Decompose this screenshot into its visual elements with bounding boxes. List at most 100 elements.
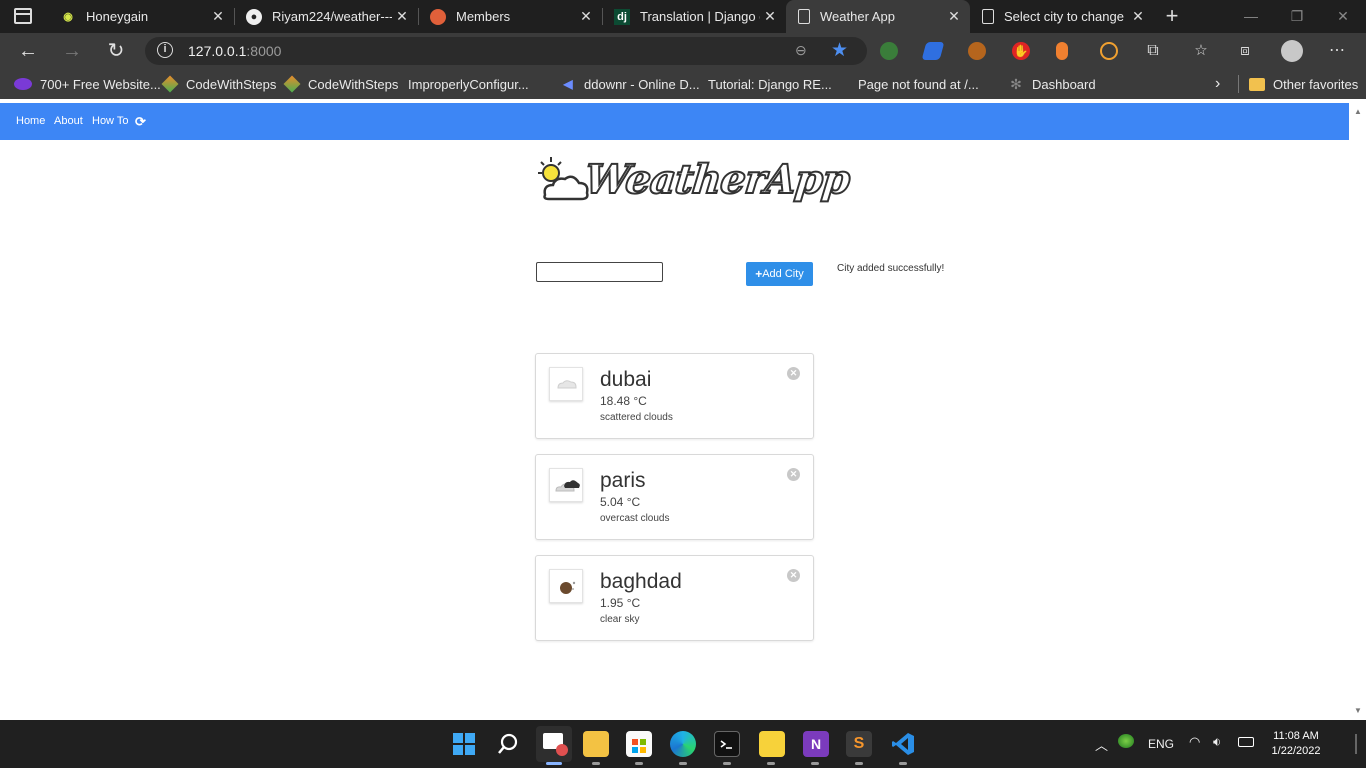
close-window-icon[interactable]: ✕ (1320, 0, 1366, 33)
settings-more-icon[interactable]: ⋯ (1328, 42, 1346, 60)
delete-city-icon[interactable]: ✕ (787, 468, 800, 481)
ddownr-icon: ◀ (563, 77, 573, 91)
edge-browser-icon[interactable] (670, 731, 696, 757)
more-bookmarks-chevron-icon[interactable]: › (1215, 69, 1220, 99)
close-tab-icon[interactable]: ✕ (576, 8, 596, 25)
active-app-indicator (546, 762, 562, 765)
extension-arrow-icon[interactable] (921, 42, 945, 60)
django-icon: dj (614, 8, 630, 25)
language-indicator[interactable]: ENG (1148, 737, 1174, 751)
close-tab-icon[interactable]: ✕ (760, 8, 780, 25)
divider (1238, 75, 1239, 93)
bookmark-label: Dashboard (1032, 76, 1096, 92)
extension-globe-icon[interactable] (880, 42, 898, 60)
new-tab-icon[interactable]: + (1162, 4, 1182, 28)
close-tab-icon[interactable]: ✕ (944, 8, 964, 25)
bookmark-item[interactable]: CodeWithSteps (283, 69, 398, 99)
snipping-tool-app[interactable] (536, 726, 572, 762)
bookmark-item[interactable]: ◀ ddownr - Online D... (560, 69, 700, 99)
refresh-icon[interactable]: ⟳ (135, 114, 146, 130)
terminal-icon[interactable] (714, 731, 740, 757)
other-favorites[interactable]: Other favorites (1249, 69, 1358, 99)
bookmark-item[interactable]: ImproperlyConfigur... (408, 69, 529, 187)
wifi-icon[interactable]: ◠ (1189, 734, 1200, 750)
close-tab-icon[interactable]: ✕ (208, 8, 228, 25)
city-input[interactable] (536, 262, 663, 282)
members-icon (430, 8, 446, 25)
app-indicator (592, 762, 600, 765)
nav-how-to[interactable]: How To (92, 115, 128, 127)
weather-description: clear sky (600, 614, 640, 625)
bookmark-label: ImproperlyConfigur... (408, 76, 529, 92)
weather-description: overcast clouds (600, 513, 670, 524)
bookmark-label: CodeWithSteps (186, 76, 277, 92)
forward-icon[interactable]: → (60, 39, 84, 63)
sticky-notes-icon[interactable] (759, 731, 785, 757)
extension-orange-icon[interactable] (1056, 42, 1068, 60)
extension-clock-icon[interactable] (1100, 42, 1118, 60)
back-icon[interactable]: ← (16, 39, 40, 63)
scroll-down-icon[interactable]: ▼ (1354, 706, 1362, 715)
dashboard-icon: ✻ (1010, 76, 1022, 92)
bookmark-item[interactable]: 700+ Free Website... (14, 69, 161, 99)
scroll-up-icon[interactable]: ▲ (1354, 107, 1362, 116)
close-tab-icon[interactable]: ✕ (392, 8, 412, 25)
favorite-star-icon[interactable]: ★ (831, 39, 848, 62)
sublime-text-icon[interactable]: S (846, 731, 872, 757)
profile-avatar[interactable] (1281, 40, 1303, 62)
delete-city-icon[interactable]: ✕ (787, 569, 800, 582)
minimize-icon[interactable]: — (1228, 0, 1274, 33)
battery-icon[interactable] (1238, 737, 1254, 747)
vscode-icon[interactable] (890, 731, 916, 757)
tab-members[interactable]: Members ✕ (418, 0, 602, 33)
tab-weather-app[interactable]: Weather App ✕ (786, 0, 970, 33)
tab-github[interactable]: ● Riyam224/weather---c ✕ (234, 0, 418, 33)
windows-taskbar: N S ︿ ENG ◠ 🔉︎ 11:08 AM 1/22/2022 (0, 720, 1366, 768)
nav-about[interactable]: About (54, 115, 83, 127)
bookmark-label: ddownr - Online D... (584, 76, 700, 92)
favorites-icon[interactable]: ☆ (1192, 42, 1210, 60)
onenote-icon[interactable]: N (803, 731, 829, 757)
bookmark-item[interactable]: Tutorial: Django RE... (708, 69, 832, 187)
start-windows-icon[interactable] (451, 731, 477, 757)
volume-icon[interactable]: 🔉︎ (1213, 734, 1221, 750)
tab-django-translation[interactable]: dj Translation | Django d ✕ (602, 0, 786, 33)
page-viewport: Home About How To ⟳ WeatherApp + Add City… (0, 103, 1349, 720)
bookmark-item[interactable]: Page not found at /... (858, 69, 979, 187)
tab-honeygain[interactable]: ◉ Honeygain ✕ (48, 0, 234, 33)
page-icon (982, 9, 994, 24)
file-explorer-icon[interactable] (583, 731, 609, 757)
browser-tab-bar: ◉ Honeygain ✕ ● Riyam224/weather---c ✕ M… (0, 0, 1366, 33)
app-indicator (723, 762, 731, 765)
page-scrollbar[interactable]: ▲ ▼ (1349, 103, 1366, 720)
canva-icon (14, 78, 32, 90)
bookmarks-bar: 700+ Free Website... CodeWithSteps CodeW… (0, 69, 1366, 187)
tab-select-city[interactable]: Select city to change | ✕ (970, 0, 1154, 33)
system-clock[interactable]: 11:08 AM 1/22/2022 (1264, 729, 1328, 759)
tray-overflow-chevron-icon[interactable]: ︿ (1095, 735, 1108, 754)
delete-city-icon[interactable]: ✕ (787, 367, 800, 380)
weather-description: scattered clouds (600, 412, 673, 423)
extension-cookie-icon[interactable] (968, 42, 986, 60)
address-bar[interactable]: i 127.0.0.1:8000 ⊖ ★ (145, 37, 867, 65)
search-icon[interactable] (495, 731, 521, 757)
bookmark-item[interactable]: ✻ Dashboard (1008, 69, 1096, 99)
bookmark-item[interactable]: CodeWithSteps (161, 69, 277, 99)
close-tab-icon[interactable]: ✕ (1128, 8, 1148, 25)
other-favorites-label: Other favorites (1273, 76, 1359, 92)
nav-home[interactable]: Home (16, 115, 45, 127)
zoom-icon[interactable]: ⊖ (795, 42, 807, 59)
reload-icon[interactable]: ↻ (104, 39, 128, 63)
tray-app-icon[interactable] (1118, 734, 1134, 748)
extensions-puzzle-icon[interactable]: ⧉ (1144, 42, 1162, 60)
collections-icon[interactable]: ⧈ (1236, 42, 1254, 60)
show-desktop-button[interactable] (1355, 734, 1357, 754)
microsoft-store-icon[interactable] (626, 731, 652, 757)
city-card: dubai 18.48 °C scattered clouds ✕ (535, 353, 814, 439)
add-city-button[interactable]: + Add City (746, 262, 813, 286)
site-info-icon[interactable]: i (157, 42, 173, 58)
tab-actions-icon[interactable] (14, 8, 32, 24)
extension-stop-icon[interactable]: ✋ (1012, 42, 1030, 60)
restore-icon[interactable]: ❐ (1274, 0, 1320, 33)
city-card: paris 5.04 °C overcast clouds ✕ (535, 454, 814, 540)
